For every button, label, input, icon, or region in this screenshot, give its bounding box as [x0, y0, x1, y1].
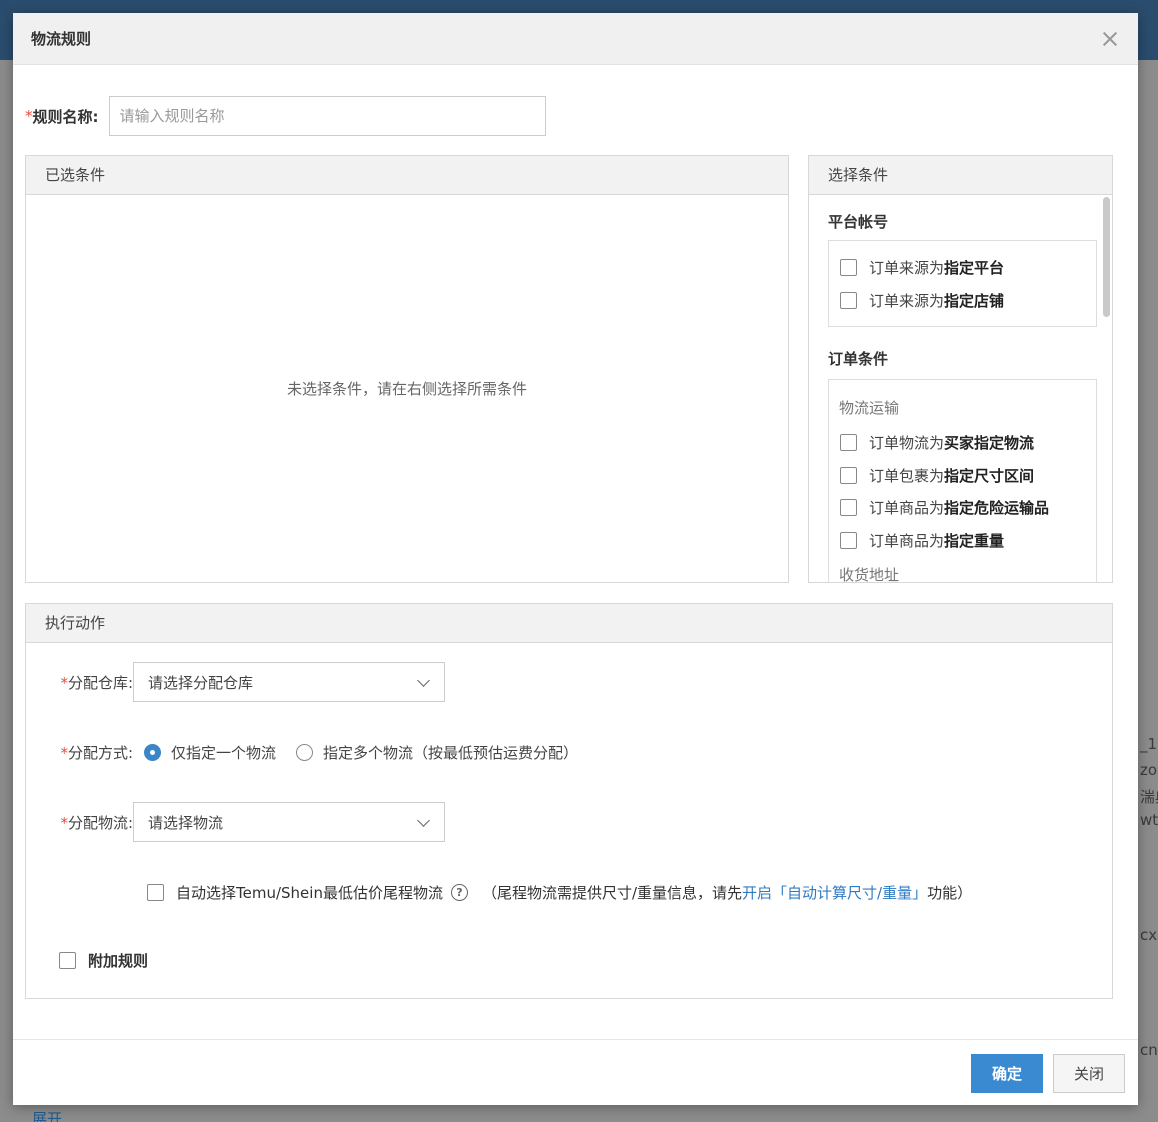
condition-dangerous-goods[interactable]: 订单商品为 指定危险运输品 [840, 497, 1049, 518]
condition-buyer-specified-logistics[interactable]: 订单物流为 买家指定物流 [840, 432, 1034, 453]
background-text-fragment: cxs [1140, 926, 1158, 944]
checkbox[interactable] [840, 434, 857, 451]
close-button[interactable]: 关闭 [1053, 1054, 1125, 1093]
warehouse-select[interactable]: 请选择分配仓库 [133, 662, 445, 702]
auto-select-note-suffix: 功能） [927, 884, 973, 902]
logistics-label: *分配物流: [60, 813, 133, 832]
radio-single-logistics-label[interactable]: 仅指定一个物流 [171, 742, 276, 763]
condition-product-weight[interactable]: 订单商品为 指定重量 [840, 530, 1004, 551]
logistics-row: *分配物流: 请选择物流 [44, 802, 445, 842]
background-text-fragment: 湍典 [1140, 788, 1158, 806]
chevron-down-icon [417, 674, 430, 687]
warehouse-row: *分配仓库: 请选择分配仓库 [44, 662, 445, 702]
allocation-method-label: *分配方式: [60, 743, 133, 762]
radio-multiple-logistics-label[interactable]: 指定多个物流（按最低预估运费分配） [323, 742, 578, 763]
logistics-rule-dialog: 物流规则 * 规则名称: 已选条件 未选择条件，请在右侧选择所需条件 选择条件 … [13, 13, 1138, 1105]
scrollbar-thumb[interactable] [1103, 197, 1110, 317]
platform-account-group: 订单来源为 指定平台 订单来源为 指定店铺 [828, 240, 1097, 327]
background-text-fragment: wt [1140, 811, 1158, 829]
background-text-fragment: cn [1140, 1041, 1158, 1059]
choose-conditions-panel: 选择条件 平台帐号 订单来源为 指定平台 订单来源为 指定店铺 订单条件 物流运输 [808, 155, 1113, 583]
condition-package-size-range[interactable]: 订单包裹为 指定尺寸区间 [840, 465, 1034, 486]
checkbox[interactable] [840, 292, 857, 309]
extra-rule-label[interactable]: 附加规则 [88, 950, 148, 971]
dialog-header: 物流规则 [13, 13, 1138, 65]
rule-name-label: 规则名称: [32, 107, 99, 126]
background-expand-link: 展开 [32, 1110, 63, 1122]
empty-conditions-hint: 未选择条件，请在右侧选择所需条件 [286, 380, 527, 398]
extra-rule-checkbox[interactable] [59, 952, 76, 969]
platform-account-section-title: 平台帐号 [828, 213, 889, 231]
address-subgroup-label: 收货地址 [839, 566, 900, 583]
condition-order-source-store[interactable]: 订单来源为 指定店铺 [840, 290, 1004, 311]
extra-rule-row: 附加规则 [59, 950, 148, 971]
background-text-fragment: _1 [1140, 735, 1158, 753]
radio-single-logistics[interactable] [144, 743, 161, 761]
background-text-fragment: zo [1140, 761, 1158, 779]
allocation-method-row: *分配方式: 仅指定一个物流 指定多个物流（按最低预估运费分配） [44, 742, 598, 762]
rule-name-input[interactable] [108, 96, 546, 136]
help-circle-icon[interactable]: ? [450, 884, 468, 901]
auto-select-note-prefix: （尾程物流需提供尺寸/重量信息，请先 [481, 884, 743, 902]
auto-select-checkbox[interactable] [147, 884, 164, 901]
logistics-select[interactable]: 请选择物流 [133, 802, 445, 842]
auto-select-row: 自动选择Temu/Shein最低估价尾程物流 ? （尾程物流需提供尺寸/重量信息… [147, 882, 972, 903]
close-icon[interactable] [1100, 29, 1120, 49]
warehouse-label: *分配仓库: [60, 673, 133, 692]
radio-multiple-logistics[interactable] [296, 743, 314, 761]
selected-conditions-title: 已选条件 [26, 156, 788, 195]
choose-conditions-title: 选择条件 [809, 156, 1112, 195]
choose-conditions-list[interactable]: 平台帐号 订单来源为 指定平台 订单来源为 指定店铺 订单条件 物流运输 订单物流为… [809, 195, 1112, 583]
checkbox[interactable] [840, 467, 857, 484]
execute-action-panel: 执行动作 *分配仓库: 请选择分配仓库 *分配方式: 仅指定一个物流 指定多个物… [25, 603, 1113, 999]
chevron-down-icon [417, 814, 430, 827]
order-conditions-section-title: 订单条件 [828, 350, 889, 368]
selected-conditions-panel: 已选条件 未选择条件，请在右侧选择所需条件 [25, 155, 789, 583]
checkbox[interactable] [840, 532, 857, 549]
checkbox[interactable] [840, 499, 857, 516]
auto-select-label[interactable]: 自动选择Temu/Shein最低估价尾程物流 [176, 882, 443, 903]
dialog-title: 物流规则 [31, 30, 92, 48]
required-mark: * [25, 107, 33, 125]
confirm-button[interactable]: 确定 [971, 1054, 1043, 1093]
rule-name-row: * 规则名称: [25, 96, 546, 136]
order-conditions-group: 物流运输 订单物流为 买家指定物流 订单包裹为 指定尺寸区间 订单商品为 指定危险运输… [828, 379, 1097, 583]
execute-action-title: 执行动作 [26, 604, 1112, 643]
checkbox[interactable] [840, 259, 857, 276]
dialog-footer: 确定 关闭 [13, 1039, 1138, 1105]
logistics-subgroup-label: 物流运输 [839, 399, 900, 417]
condition-order-source-platform[interactable]: 订单来源为 指定平台 [840, 257, 1004, 278]
auto-calc-size-link[interactable]: 开启「自动计算尺寸/重量」 [742, 882, 927, 903]
